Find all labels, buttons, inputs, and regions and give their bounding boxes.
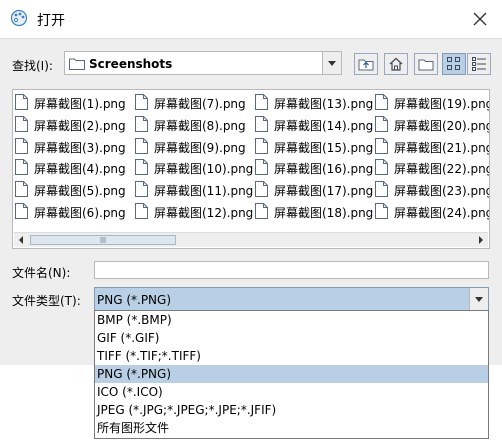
file-name-input[interactable] [94, 261, 489, 279]
look-in-dropdown-button[interactable] [322, 52, 341, 74]
file-type-dropdown-button[interactable] [469, 288, 488, 310]
file-icon [135, 94, 148, 110]
file-icon [255, 94, 268, 110]
file-icon [375, 137, 388, 154]
close-icon[interactable] [466, 6, 494, 32]
file-name-label: 文件名(N): [12, 266, 71, 280]
file-list[interactable]: 屏幕截图(1).png 屏幕截图(2).png 屏幕截图(3).png 屏幕截图(4)… [12, 89, 490, 249]
new-folder-button[interactable] [414, 53, 438, 75]
file-icon [255, 202, 268, 219]
scroll-right-icon[interactable] [474, 233, 488, 247]
file-icon [15, 202, 28, 219]
file-type-option[interactable]: TIFF (*.TIF;*.TIFF) [95, 347, 488, 365]
window-title: 打开 [37, 13, 65, 29]
file-icon [255, 115, 268, 132]
file-type-option[interactable]: ICO (*.ICO) [95, 383, 488, 401]
file-name: 屏幕截图(9).png [154, 140, 246, 155]
file-icon [135, 115, 148, 132]
file-name: 屏幕截图(4).png [34, 162, 126, 177]
list-view-button[interactable] [442, 53, 466, 75]
file-name: 屏幕截图(17).png [274, 184, 374, 199]
list-view-icon [447, 57, 460, 70]
file-name: 屏幕截图(5).png [34, 184, 126, 199]
file-name: 屏幕截图(2).png [34, 118, 126, 133]
file-icon [15, 94, 28, 110]
file-icon [375, 94, 388, 110]
file-type-combo[interactable]: PNG (*.PNG) [94, 287, 489, 311]
up-one-level-button[interactable] [354, 53, 378, 75]
file-name: 屏幕截图(8).png [154, 118, 246, 133]
file-name: 屏幕截图(15).png [274, 140, 374, 155]
file-name: 屏幕截图(20).png [394, 118, 490, 133]
details-view-icon [472, 57, 486, 71]
file-name: 屏幕截图(16).png [274, 162, 374, 177]
file-type-dropdown-list[interactable]: BMP (*.BMP) GIF (*.GIF) TIFF (*.TIF;*.TIFF… [94, 310, 489, 439]
up-folder-icon [358, 59, 374, 71]
file-type-option[interactable]: GIF (*.GIF) [95, 329, 488, 347]
file-name: 屏幕截图(6).png [34, 205, 126, 220]
file-name: 屏幕截图(19).png [394, 97, 490, 111]
look-in-value: Screenshots [89, 57, 173, 71]
file-name: 屏幕截图(22).png [394, 162, 490, 177]
home-icon [389, 57, 403, 71]
chevron-down-icon [328, 61, 336, 66]
file-name: 屏幕截图(10).png [154, 162, 254, 177]
file-type-option[interactable]: BMP (*.BMP) [95, 311, 488, 329]
folder-icon [69, 58, 85, 70]
chevron-down-icon [475, 297, 483, 302]
file-icon [375, 115, 388, 132]
file-type-value: PNG (*.PNG) [97, 293, 172, 307]
file-icon [375, 159, 388, 176]
file-name: 屏幕截图(11).png [154, 184, 254, 199]
file-type-label: 文件类型(T): [12, 294, 81, 308]
file-name: 屏幕截图(23).png [394, 184, 490, 199]
file-name: 屏幕截图(13).png [274, 97, 374, 111]
look-in-combo[interactable]: Screenshots [64, 51, 342, 75]
app-palette-icon [10, 9, 28, 27]
file-icon [15, 159, 28, 176]
file-icon [15, 181, 28, 198]
file-icon [15, 115, 28, 132]
file-icon [255, 159, 268, 176]
file-name: 屏幕截图(21).png [394, 140, 490, 155]
file-icon [135, 181, 148, 198]
file-icon [255, 137, 268, 154]
file-name: 屏幕截图(3).png [34, 140, 126, 155]
file-icon [135, 159, 148, 176]
scroll-left-icon[interactable] [14, 233, 28, 247]
file-icon [135, 137, 148, 154]
file-name: 屏幕截图(7).png [154, 97, 246, 111]
new-folder-icon [418, 59, 434, 71]
file-type-option[interactable]: JPEG (*.JPG;*.JPEG;*.JPE;*.JFIF) [95, 401, 488, 419]
details-view-button[interactable] [467, 53, 491, 75]
look-in-label: 查找(I): [12, 59, 53, 73]
file-icon [255, 181, 268, 198]
home-button[interactable] [384, 53, 408, 75]
horizontal-scrollbar[interactable] [14, 232, 488, 247]
file-icon [135, 202, 148, 219]
file-name: 屏幕截图(12).png [154, 205, 254, 220]
scrollbar-grip-icon [100, 237, 106, 243]
file-icon [375, 202, 388, 219]
file-name: 屏幕截图(14).png [274, 118, 374, 133]
file-name: 屏幕截图(24).png [394, 205, 490, 220]
file-type-option[interactable]: 所有图形文件 [95, 419, 488, 437]
file-name: 屏幕截图(18).png [274, 205, 374, 220]
file-name: 屏幕截图(1).png [34, 97, 126, 111]
file-icon [15, 137, 28, 154]
title-bar: 打开 [0, 0, 502, 38]
file-type-option[interactable]: PNG (*.PNG) [95, 365, 488, 383]
file-icon [375, 181, 388, 198]
